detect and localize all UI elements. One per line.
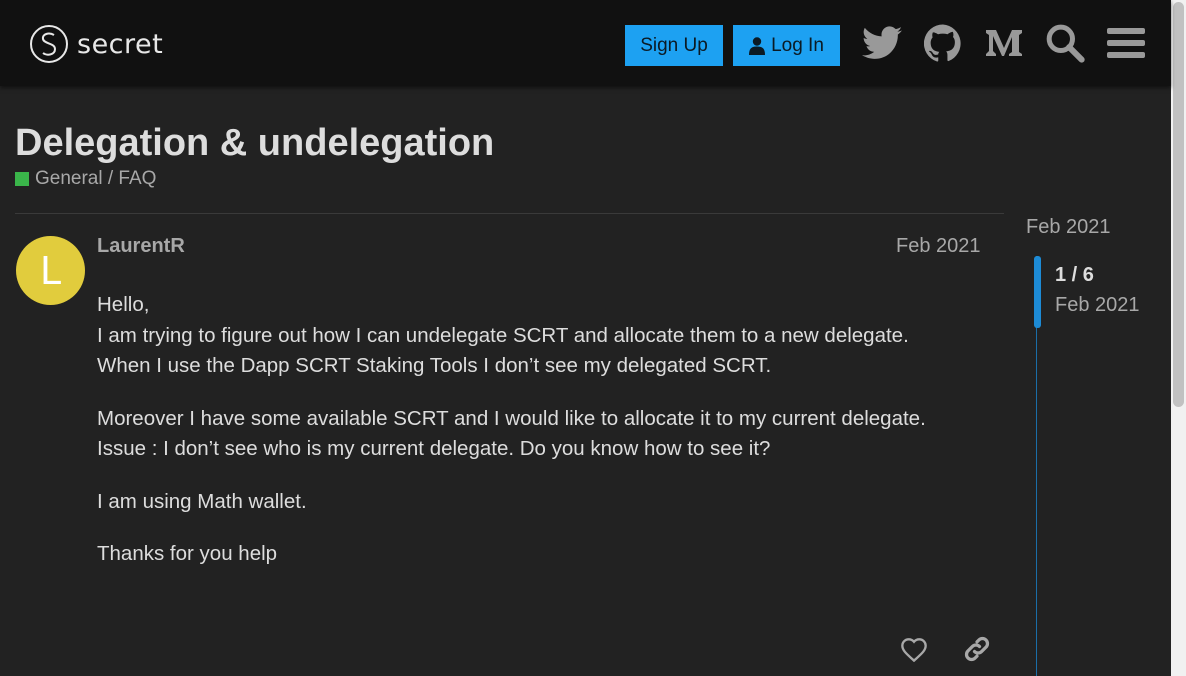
site-header: secret Sign Up Log In xyxy=(0,0,1171,86)
timeline-handle[interactable] xyxy=(1034,256,1041,328)
menu-icon[interactable] xyxy=(1105,22,1147,64)
timeline-start-date[interactable]: Feb 2021 xyxy=(1026,216,1111,239)
user-icon xyxy=(749,36,766,55)
avatar[interactable]: L xyxy=(16,236,85,305)
scrollbar-thumb[interactable] xyxy=(1173,2,1184,407)
twitter-icon[interactable] xyxy=(861,22,903,64)
category-label: General / FAQ xyxy=(35,168,157,189)
timeline-current-date: Feb 2021 xyxy=(1055,294,1140,316)
logo-text: secret xyxy=(77,28,164,60)
post-paragraph: Moreover I have some available SCRT and … xyxy=(97,406,926,461)
post-body: Hello, I am trying to figure out how I c… xyxy=(97,290,997,592)
like-button[interactable] xyxy=(896,632,932,666)
category-color-badge xyxy=(15,172,29,186)
sign-up-button[interactable]: Sign Up xyxy=(625,25,723,66)
post-paragraph: I am using Math wallet. xyxy=(97,489,307,513)
category-link[interactable]: General / FAQ xyxy=(15,168,156,190)
page-scrollbar[interactable] xyxy=(1171,0,1186,676)
secret-logo-icon xyxy=(30,25,68,63)
post-paragraph: Hello, I am trying to figure out how I c… xyxy=(97,293,909,377)
post-date[interactable]: Feb 2021 xyxy=(896,235,981,258)
site-logo[interactable]: secret xyxy=(29,24,163,64)
link-icon xyxy=(964,636,990,662)
post-paragraph: Thanks for you help xyxy=(97,542,278,565)
topic-title[interactable]: Delegation & undelegation xyxy=(15,122,494,165)
timeline-position: 1 / 6 xyxy=(1055,264,1094,286)
github-icon[interactable] xyxy=(922,22,964,64)
title-divider xyxy=(15,213,1004,214)
medium-icon[interactable] xyxy=(983,22,1025,64)
log-in-button[interactable]: Log In xyxy=(733,25,840,66)
post-username[interactable]: LaurentR xyxy=(97,235,185,258)
log-in-label: Log In xyxy=(771,34,824,56)
heart-icon xyxy=(901,638,927,662)
share-link-button[interactable] xyxy=(959,632,995,666)
search-icon[interactable] xyxy=(1044,22,1086,64)
